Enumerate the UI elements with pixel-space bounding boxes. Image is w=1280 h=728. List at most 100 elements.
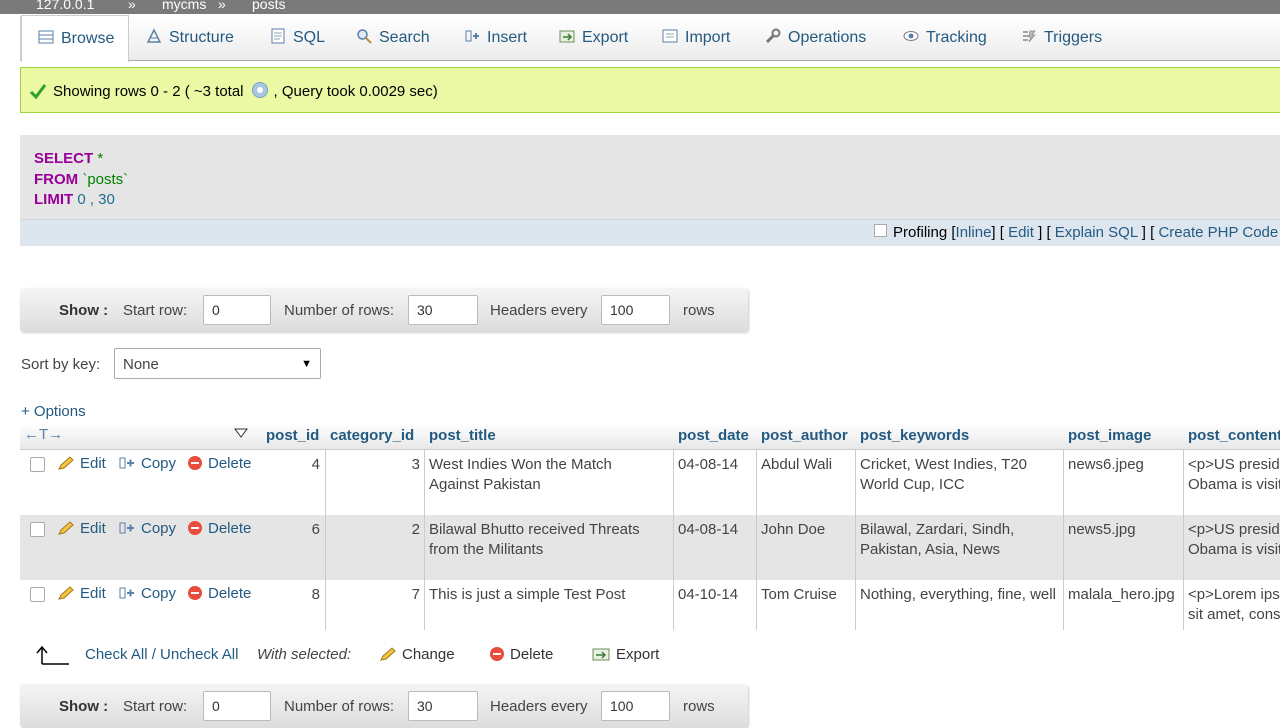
headers-every-input[interactable]: 100 bbox=[601, 691, 670, 721]
column-post-author[interactable]: post_author bbox=[761, 427, 848, 444]
tab-import[interactable]: Import bbox=[662, 16, 730, 60]
cell-post-id: 6 bbox=[311, 521, 320, 538]
delete-row-button[interactable]: Delete bbox=[188, 585, 251, 602]
breadcrumb-server[interactable]: 127.0.0.1 bbox=[36, 0, 94, 12]
cell-post-content: <p>Lorem ipsum dolor sit amet, consectet… bbox=[1188, 586, 1280, 623]
tab-triggers[interactable]: Triggers bbox=[1021, 16, 1102, 60]
cell-post-keywords: Bilawal, Zardari, Sindh, Pakistan, Asia,… bbox=[860, 521, 1015, 558]
copy-icon bbox=[119, 522, 134, 534]
explain-sql-link[interactable]: Explain SQL bbox=[1055, 224, 1138, 241]
copy-row-button[interactable]: Copy bbox=[119, 520, 176, 537]
tab-sql[interactable]: SQL bbox=[270, 16, 325, 60]
success-query-time: , Query took 0.0029 sec) bbox=[273, 83, 438, 100]
create-php-code-link[interactable]: Create PHP Code bbox=[1158, 224, 1278, 241]
edit-row-button[interactable]: Edit bbox=[58, 585, 106, 602]
structure-icon bbox=[146, 28, 162, 43]
copy-row-button[interactable]: Copy bbox=[119, 455, 176, 472]
navigation-bar-top: Show : Start row: 0 Number of rows: 30 H… bbox=[20, 288, 748, 332]
options-link[interactable]: + Options bbox=[21, 403, 86, 420]
cell-category-id: 3 bbox=[411, 456, 420, 473]
column-post-keywords[interactable]: post_keywords bbox=[860, 427, 969, 444]
start-row-input[interactable]: 0 bbox=[203, 295, 271, 325]
breadcrumb-sep: » bbox=[128, 0, 136, 12]
pencil-icon bbox=[380, 647, 396, 661]
tab-structure[interactable]: Structure bbox=[146, 16, 234, 60]
inline-link[interactable]: Inline bbox=[956, 224, 992, 241]
cell-category-id: 2 bbox=[411, 521, 420, 538]
wrench-icon bbox=[765, 28, 781, 44]
rows-label: rows bbox=[683, 302, 715, 319]
cell-post-image: news5.jpg bbox=[1068, 521, 1136, 538]
tab-search[interactable]: Search bbox=[356, 16, 430, 60]
tab-export[interactable]: Export bbox=[559, 16, 628, 60]
check-icon bbox=[29, 84, 47, 100]
search-icon bbox=[357, 29, 372, 44]
sql-code[interactable]: SELECT * FROM `posts` LIMIT 0 , 30 bbox=[34, 149, 128, 211]
column-post-date[interactable]: post_date bbox=[678, 427, 749, 444]
sort-triangle-icon[interactable] bbox=[234, 428, 248, 438]
tab-insert[interactable]: Insert bbox=[464, 16, 527, 60]
cell-post-image: news6.jpeg bbox=[1068, 456, 1144, 473]
check-all-link[interactable]: Check All / Uncheck All bbox=[85, 646, 238, 663]
sort-by-key-label: Sort by key: bbox=[21, 356, 101, 373]
rows-label: rows bbox=[683, 698, 715, 715]
start-row-label: Start row: bbox=[123, 698, 188, 715]
help-icon[interactable] bbox=[251, 82, 268, 98]
number-of-rows-input[interactable]: 30 bbox=[408, 691, 478, 721]
cell-post-id: 8 bbox=[311, 586, 320, 603]
sql-keyword-from: FROM bbox=[34, 170, 79, 188]
number-of-rows-input[interactable]: 30 bbox=[408, 295, 478, 325]
tab-operations[interactable]: Operations bbox=[765, 16, 866, 60]
column-category-id[interactable]: category_id bbox=[330, 427, 414, 444]
sql-keyword-limit: LIMIT bbox=[34, 191, 74, 208]
arrow-up-left-icon bbox=[36, 645, 69, 665]
tab-browse[interactable]: Browse bbox=[21, 15, 130, 62]
column-post-id[interactable]: post_id bbox=[266, 427, 319, 444]
cell-post-content: <p>US president Obama is visiting ki... bbox=[1188, 521, 1280, 558]
sql-query-box: SELECT * FROM `posts` LIMIT 0 , 30 Profi… bbox=[20, 135, 1280, 246]
delete-icon bbox=[188, 586, 202, 600]
cell-post-image: malala_hero.jpg bbox=[1068, 586, 1175, 603]
headers-every-input[interactable]: 100 bbox=[601, 295, 670, 325]
export-icon bbox=[559, 30, 575, 43]
tab-bar: Browse Structure SQL Search Insert Expor… bbox=[20, 15, 1280, 62]
edit-row-button[interactable]: Edit bbox=[58, 455, 106, 472]
edit-row-button[interactable]: Edit bbox=[58, 520, 106, 537]
start-row-input[interactable]: 0 bbox=[203, 691, 271, 721]
delete-row-button[interactable]: Delete bbox=[188, 455, 251, 472]
delete-selected-button[interactable]: Delete bbox=[490, 646, 553, 663]
export-selected-button[interactable]: Export bbox=[592, 646, 659, 663]
cell-post-title: Bilawal Bhutto received Threats from the… bbox=[429, 521, 640, 558]
cell-post-keywords: Nothing, everything, fine, well bbox=[860, 586, 1056, 603]
row-checkbox[interactable] bbox=[30, 587, 45, 602]
column-post-image[interactable]: post_image bbox=[1068, 427, 1151, 444]
sort-by-key-select[interactable]: None ▼ bbox=[114, 348, 321, 379]
pencil-icon bbox=[58, 586, 74, 600]
column-post-title[interactable]: post_title bbox=[429, 427, 496, 444]
edit-sql-link[interactable]: Edit bbox=[1008, 224, 1034, 241]
copy-row-button[interactable]: Copy bbox=[119, 585, 176, 602]
row-checkbox[interactable] bbox=[30, 457, 45, 472]
sql-keyword-select: SELECT bbox=[34, 150, 94, 167]
browse-icon bbox=[38, 30, 54, 44]
profiling-checkbox[interactable] bbox=[874, 224, 887, 237]
column-post-content[interactable]: post_content bbox=[1188, 427, 1280, 444]
with-selected-label: With selected: bbox=[257, 646, 352, 663]
sql-icon bbox=[271, 28, 285, 44]
triggers-icon bbox=[1023, 30, 1036, 43]
breadcrumb-database[interactable]: mycms bbox=[162, 0, 206, 12]
cell-post-content: <p>US president Obama is visiting ki... bbox=[1188, 456, 1280, 493]
change-selected-button[interactable]: Change bbox=[380, 646, 455, 663]
pencil-icon bbox=[58, 521, 74, 535]
delete-row-button[interactable]: Delete bbox=[188, 520, 251, 537]
column-arrows-icon[interactable]: ←T→ bbox=[24, 426, 63, 443]
cell-post-title: West Indies Won the Match Against Pakist… bbox=[429, 456, 612, 493]
cell-post-author: John Doe bbox=[761, 521, 826, 538]
tab-tracking[interactable]: Tracking bbox=[903, 16, 987, 60]
breadcrumb-table[interactable]: posts bbox=[252, 0, 285, 12]
cell-post-author: Abdul Wali bbox=[761, 456, 833, 473]
headers-every-label: Headers every bbox=[490, 302, 588, 319]
breadcrumb: 127.0.0.1 » mycms » posts bbox=[0, 0, 1280, 14]
success-message: Showing rows 0 - 2 ( ~3 total , Query too… bbox=[20, 67, 1280, 113]
row-checkbox[interactable] bbox=[30, 522, 45, 537]
